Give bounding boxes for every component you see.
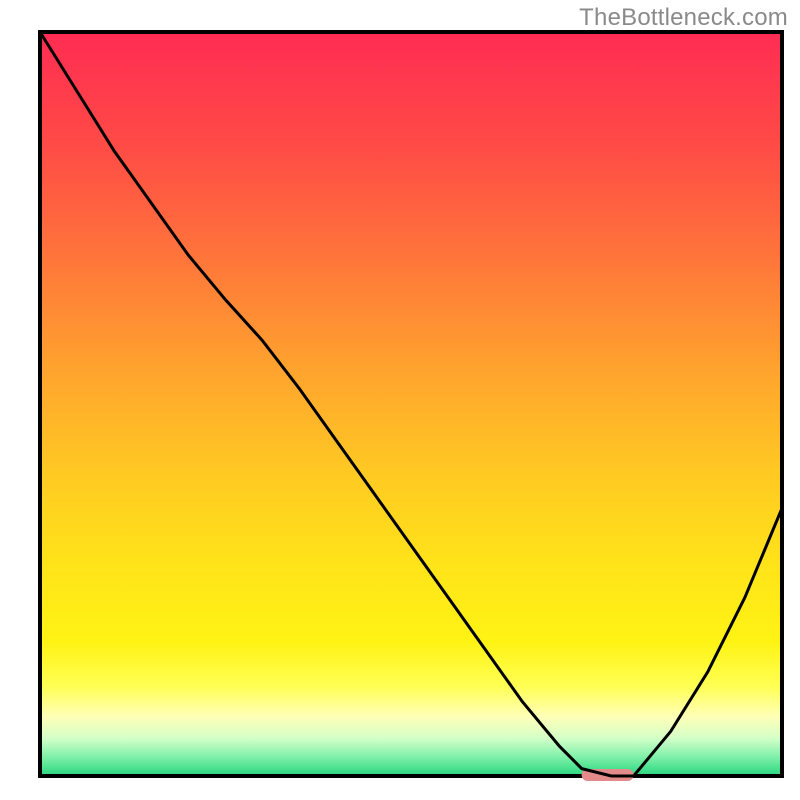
plot-background — [40, 32, 782, 776]
bottleneck-chart — [0, 0, 800, 800]
watermark-text: TheBottleneck.com — [579, 4, 788, 32]
chart-container: TheBottleneck.com — [0, 0, 800, 800]
